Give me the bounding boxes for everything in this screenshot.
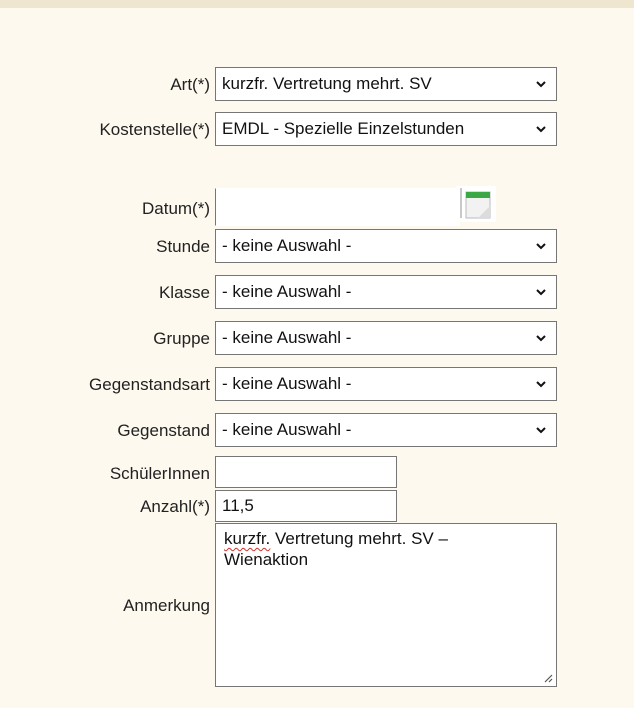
calendar-icon[interactable]	[456, 186, 496, 222]
schuelerinnen-input[interactable]	[215, 456, 397, 488]
klasse-label: Klasse	[158, 283, 210, 302]
chevron-down-icon	[536, 81, 546, 88]
klasse-value: - keine Auswahl -	[222, 282, 352, 301]
chevron-down-icon	[536, 289, 546, 296]
kostenstelle-value: EMDL - Spezielle Einzelstunden	[222, 119, 465, 138]
spellcheck-word: kurzfr.	[224, 529, 271, 548]
gegenstand-select[interactable]: - keine Auswahl -	[215, 413, 557, 447]
anzahl-input[interactable]: 11,5	[215, 490, 397, 522]
gruppe-value: - keine Auswahl -	[222, 328, 352, 347]
gruppe-label: Gruppe	[153, 329, 210, 348]
chevron-down-icon	[536, 427, 546, 434]
gegenstandsart-select[interactable]: - keine Auswahl -	[215, 367, 557, 401]
anmerkung-textarea[interactable]: kurzfr. Vertretung mehrt. SV – Wienaktio…	[215, 523, 557, 687]
chevron-down-icon	[536, 126, 546, 133]
datum-label: Datum(*)	[141, 199, 210, 218]
anmerkung-label: Anmerkung	[123, 596, 210, 615]
anzahl-label: Anzahl(*)	[140, 497, 210, 516]
stunde-select[interactable]: - keine Auswahl -	[215, 229, 557, 263]
kostenstelle-label: Kostenstelle(*)	[99, 120, 210, 139]
chevron-down-icon	[536, 335, 546, 342]
chevron-down-icon	[536, 381, 546, 388]
klasse-select[interactable]: - keine Auswahl -	[215, 275, 557, 309]
art-value: kurzfr. Vertretung mehrt. SV	[222, 74, 432, 93]
resize-grip-icon[interactable]	[541, 671, 553, 683]
stunde-value: - keine Auswahl -	[222, 236, 352, 255]
art-label: Art(*)	[170, 75, 210, 94]
stunde-label: Stunde	[156, 237, 210, 256]
datum-input[interactable]	[215, 188, 460, 226]
chevron-down-icon	[536, 243, 546, 250]
kostenstelle-select[interactable]: EMDL - Spezielle Einzelstunden	[215, 112, 557, 146]
entry-form: Art(*) kurzfr. Vertretung mehrt. SV Kost…	[0, 0, 634, 708]
gegenstandsart-label: Gegenstandsart	[89, 375, 210, 394]
art-select[interactable]: kurzfr. Vertretung mehrt. SV	[215, 67, 557, 101]
gruppe-select[interactable]: - keine Auswahl -	[215, 321, 557, 355]
gegenstand-label: Gegenstand	[117, 421, 210, 440]
gegenstand-value: - keine Auswahl -	[222, 420, 352, 439]
schuelerinnen-label: SchülerInnen	[109, 464, 210, 483]
gegenstandsart-value: - keine Auswahl -	[222, 374, 352, 393]
